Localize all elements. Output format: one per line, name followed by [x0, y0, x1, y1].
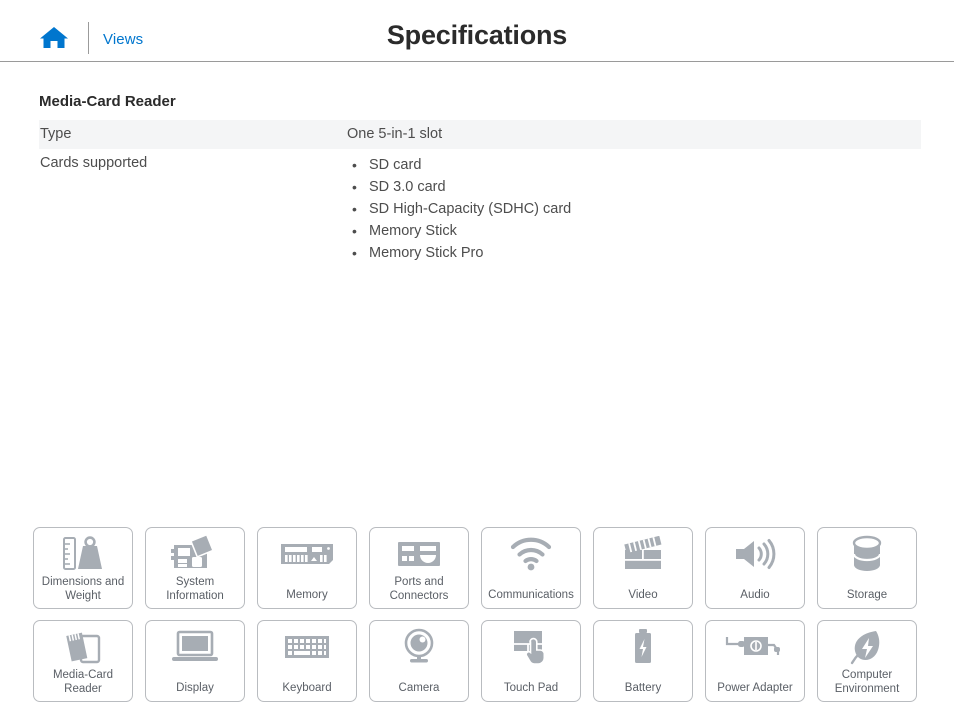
tile-keyboard[interactable]: Keyboard: [257, 620, 357, 702]
list-item: SD card: [352, 154, 921, 176]
laptop-display-icon: [146, 625, 244, 669]
touchpad-hand-icon: [482, 625, 580, 669]
tile-label: Media-Card Reader: [52, 669, 114, 695]
tile-label: Dimensions and Weight: [41, 576, 125, 602]
tile-audio[interactable]: Audio: [705, 527, 805, 609]
tile-row-1: Dimensions and Weight System Information…: [33, 527, 921, 609]
memory-module-icon: [258, 532, 356, 576]
tile-communications[interactable]: Communications: [481, 527, 581, 609]
disk-cylinder-icon: [818, 532, 916, 576]
clapperboard-icon: [594, 532, 692, 576]
webcam-icon: [370, 625, 468, 669]
tile-label: Keyboard: [282, 681, 332, 694]
table-row: Type One 5-in-1 slot: [39, 120, 921, 149]
tile-label: Display: [176, 681, 214, 694]
motherboard-icon: [146, 532, 244, 576]
battery-icon: [594, 625, 692, 669]
tile-dimensions-and-weight[interactable]: Dimensions and Weight: [33, 527, 133, 609]
leaf-bolt-icon: [818, 625, 916, 669]
power-adapter-icon: [706, 625, 804, 669]
table-row: Cards supported SD card SD 3.0 card SD H…: [39, 149, 921, 269]
tile-battery[interactable]: Battery: [593, 620, 693, 702]
tile-row-2: Media-Card Reader Display Keyboard Camer…: [33, 620, 921, 702]
tile-power-adapter[interactable]: Power Adapter: [705, 620, 805, 702]
tile-display[interactable]: Display: [145, 620, 245, 702]
ruler-weight-icon: [34, 532, 132, 576]
section-title: Media-Card Reader: [39, 93, 176, 110]
app-header: Views Specifications: [0, 0, 954, 62]
tile-media-card-reader[interactable]: Media-Card Reader: [33, 620, 133, 702]
tile-label: System Information: [166, 576, 224, 602]
spec-value: SD card SD 3.0 card SD High-Capacity (SD…: [347, 154, 921, 264]
tile-label: Computer Environment: [834, 669, 900, 695]
tile-label: Ports and Connectors: [389, 576, 449, 602]
tile-label: Battery: [624, 681, 662, 694]
tile-label: Storage: [846, 588, 888, 601]
list-item: SD High-Capacity (SDHC) card: [352, 198, 921, 220]
list-item: Memory Stick: [352, 220, 921, 242]
list-item: Memory Stick Pro: [352, 242, 921, 264]
tile-storage[interactable]: Storage: [817, 527, 917, 609]
tile-memory[interactable]: Memory: [257, 527, 357, 609]
tile-label: Audio: [740, 588, 770, 601]
tile-computer-environment[interactable]: Computer Environment: [817, 620, 917, 702]
tile-camera[interactable]: Camera: [369, 620, 469, 702]
wifi-icon: [482, 532, 580, 576]
category-tile-grid: Dimensions and Weight System Information…: [33, 527, 921, 713]
tile-touch-pad[interactable]: Touch Pad: [481, 620, 581, 702]
tile-label: Touch Pad: [503, 681, 559, 694]
spec-label: Cards supported: [40, 155, 148, 171]
speaker-icon: [706, 532, 804, 576]
page-title: Specifications: [386, 20, 568, 50]
tile-label: Camera: [398, 681, 440, 694]
ports-icon: [370, 532, 468, 576]
cards-supported-list: SD card SD 3.0 card SD High-Capacity (SD…: [347, 154, 921, 264]
tile-label: Memory: [286, 588, 328, 601]
list-item: SD 3.0 card: [352, 176, 921, 198]
media-card-icon: [34, 625, 132, 669]
tile-video[interactable]: Video: [593, 527, 693, 609]
tile-system-information[interactable]: System Information: [145, 527, 245, 609]
tile-ports-and-connectors[interactable]: Ports and Connectors: [369, 527, 469, 609]
tile-label: Video: [628, 588, 658, 601]
tile-label: Power Adapter: [717, 681, 793, 694]
spec-label: Type: [40, 126, 72, 142]
specifications-table: Type One 5-in-1 slot Cards supported SD …: [39, 120, 921, 269]
tile-label: Communications: [488, 588, 574, 601]
keyboard-icon: [258, 625, 356, 669]
spec-value: One 5-in-1 slot: [347, 126, 443, 142]
